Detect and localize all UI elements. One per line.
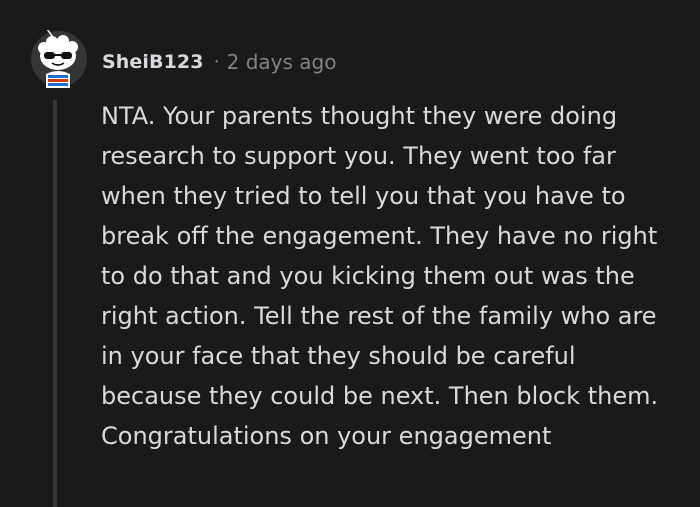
comment: SheiB123 · 2 days ago NTA. Your parents … <box>0 0 700 507</box>
comment-paragraph: Congratulations on your engagement <box>101 422 552 450</box>
snoo-avatar-icon <box>31 30 87 88</box>
author-username[interactable]: SheiB123 <box>102 51 204 73</box>
comment-timestamp[interactable]: 2 days ago <box>227 50 337 74</box>
thread-collapse-line[interactable] <box>53 100 57 507</box>
user-avatar[interactable] <box>30 30 88 88</box>
comment-header: SheiB123 · 2 days ago <box>102 48 336 76</box>
comment-paragraph: NTA. Your parents thought they were doin… <box>101 102 659 410</box>
meta-separator: · <box>213 51 220 73</box>
comment-body: NTA. Your parents thought they were doin… <box>101 96 681 456</box>
